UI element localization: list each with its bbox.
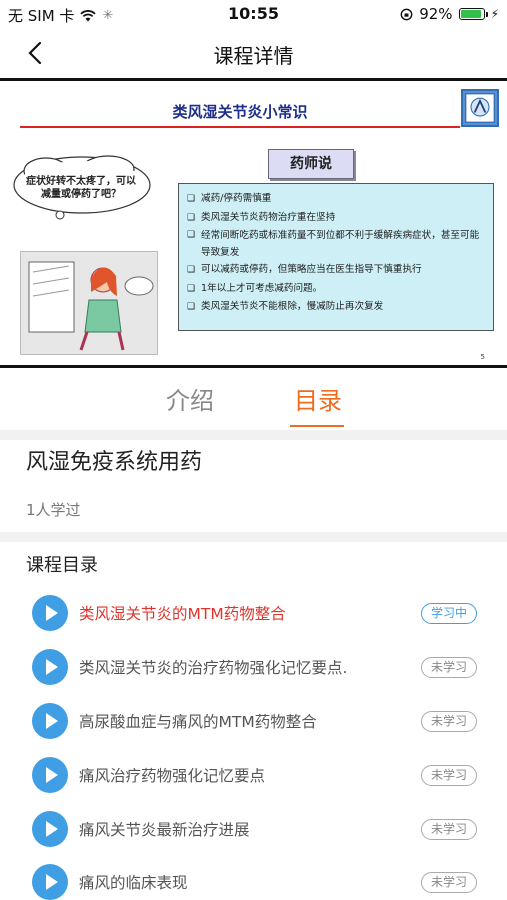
lesson-title: 痛风的临床表现 xyxy=(79,874,188,892)
advice-bullet: ❑ 类风湿关节炎药物治疗重在坚持 xyxy=(187,211,336,223)
section-separator xyxy=(0,532,507,542)
status-right: 92% ⚡ xyxy=(400,5,499,23)
lesson-item[interactable]: 痛风关节炎最新治疗进展 未学习 xyxy=(0,811,507,865)
lesson-item[interactable]: 类风湿关节炎的治疗药物强化记忆要点. 未学习 xyxy=(0,649,507,703)
lesson-title: 痛风治疗药物强化记忆要点 xyxy=(79,767,266,785)
lesson-item[interactable]: 高尿酸血症与痛风的MTM药物整合 未学习 xyxy=(0,703,507,757)
section-separator xyxy=(0,430,507,440)
institution-logo-icon xyxy=(461,89,499,127)
nav-bar: 课程详情 xyxy=(0,28,507,78)
slide-preview[interactable]: 类风湿关节炎小常识 药师说 症状好转不太疼了，可以减量或停药了吧？ ❑ 减药/停药… xyxy=(0,78,507,368)
status-badge: 未学习 xyxy=(421,657,477,678)
tab-bar: 介绍 目录 xyxy=(0,368,507,430)
charging-icon: ⚡ xyxy=(490,7,499,21)
advice-box: ❑ 减药/停药需慎重 ❑ 类风湿关节炎药物治疗重在坚持 ❑ 经常间断吃药或标准药量不到… xyxy=(178,183,494,331)
course-title: 风湿免疫系统用药 xyxy=(26,450,203,475)
advice-bullet: ❑ 可以减药或停药，但策略应当在医生指导下慎重执行 xyxy=(187,264,422,275)
status-badge: 未学习 xyxy=(421,765,477,786)
status-badge: 未学习 xyxy=(421,711,477,732)
lesson-title: 类风湿关节炎的MTM药物整合 xyxy=(79,605,286,623)
tab-intro[interactable]: 介绍 xyxy=(166,381,214,416)
battery-fill xyxy=(460,10,481,18)
lesson-title: 高尿酸血症与痛风的MTM药物整合 xyxy=(79,713,317,731)
lesson-item[interactable]: 类风湿关节炎的MTM药物整合 学习中 xyxy=(0,595,507,649)
slide-divider xyxy=(20,126,460,128)
orientation-lock-icon xyxy=(400,8,413,20)
thought-cloud-text: 症状好转不太疼了，可以减量或停药了吧？ xyxy=(26,176,136,200)
status-bar: 无 SIM 卡 ✳ 10:55 92% ⚡ xyxy=(0,0,507,28)
advice-bullet: ❑ 经常间断吃药或标准药量不到位都不利于缓解疾病症状，甚至可能导致复发 xyxy=(187,230,480,258)
catalog-heading: 课程目录 xyxy=(26,555,98,576)
lesson-item[interactable]: 痛风的临床表现 未学习 xyxy=(0,864,507,900)
status-badge: 学习中 xyxy=(421,603,477,624)
learner-count: 1人学过 xyxy=(26,501,81,519)
slide-title: 类风湿关节炎小常识 xyxy=(172,103,308,121)
play-icon[interactable] xyxy=(32,864,68,900)
tab-active-indicator xyxy=(290,425,344,427)
status-badge: 未学习 xyxy=(421,819,477,840)
lesson-item[interactable]: 痛风治疗药物强化记忆要点 未学习 xyxy=(0,757,507,811)
advice-bullet: ❑ 减药/停药需慎重 xyxy=(187,193,272,204)
battery-percent: 92% xyxy=(419,5,453,23)
play-icon[interactable] xyxy=(32,649,68,685)
advice-bullet: ❑ 1年以上才可考虑减药问题。 xyxy=(187,282,323,294)
pharmacist-callout: 药师说 xyxy=(268,149,354,179)
advice-bullet: ❑ 类风湿关节炎不能根除，慢减防止再次复发 xyxy=(187,301,384,312)
patient-illustration xyxy=(20,251,158,355)
play-icon[interactable] xyxy=(32,595,68,631)
play-icon[interactable] xyxy=(32,811,68,847)
play-icon[interactable] xyxy=(32,757,68,793)
status-badge: 未学习 xyxy=(421,872,477,893)
lesson-title: 类风湿关节炎的治疗药物强化记忆要点. xyxy=(79,659,348,677)
page-title: 课程详情 xyxy=(213,44,294,68)
lesson-title: 痛风关节炎最新治疗进展 xyxy=(79,821,250,839)
tab-catalog[interactable]: 目录 xyxy=(294,381,342,416)
battery-icon xyxy=(458,8,488,20)
slide-page-number: 5 xyxy=(480,353,485,361)
play-icon[interactable] xyxy=(32,703,68,739)
